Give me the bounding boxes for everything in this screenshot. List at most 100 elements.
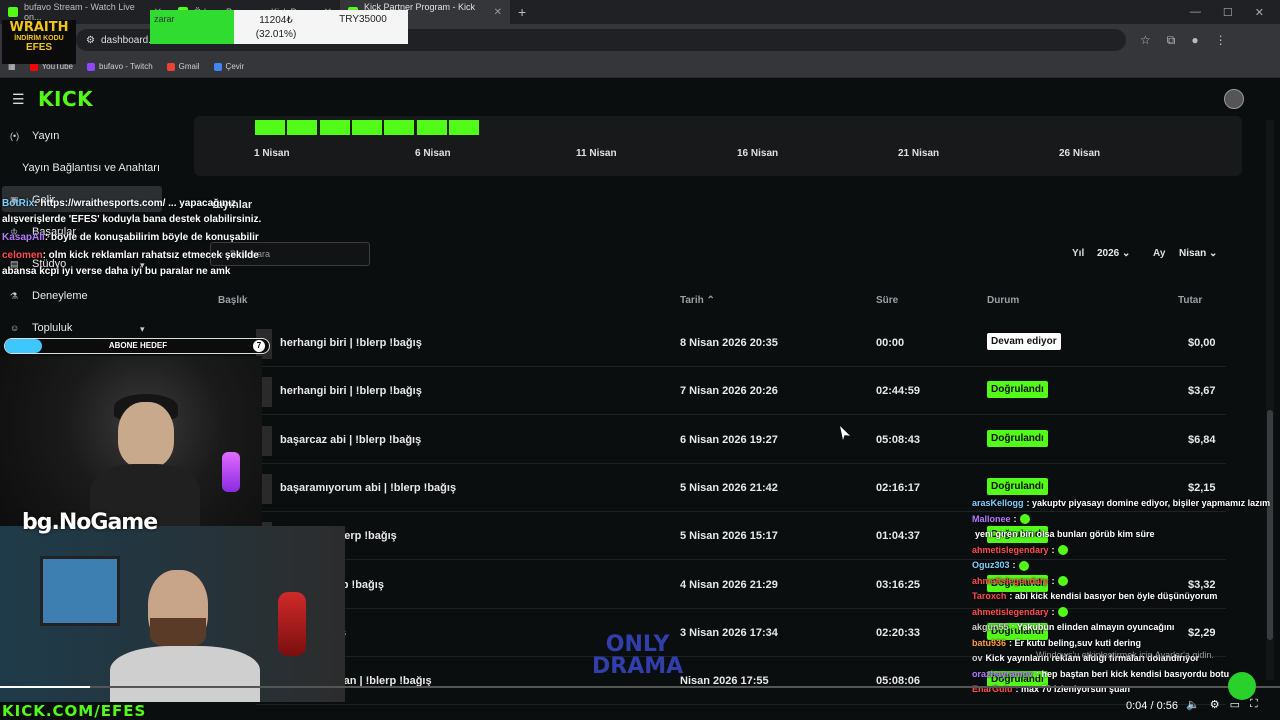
bookmark-twitch[interactable]: bufavo - Twitch (87, 62, 153, 71)
row-duration: 01:04:37 (876, 530, 921, 543)
only-drama-watermark: ONLY DRAMA (592, 634, 683, 678)
sort-asc-icon: ⌃ (706, 295, 715, 306)
row-duration: 03:16:25 (876, 578, 921, 591)
status-badge: Doğrulandı (987, 381, 1048, 399)
sidebar-item-label: Yayın (32, 130, 60, 142)
profile-icon[interactable]: ● (1191, 33, 1198, 48)
chart-x-tick: 1 Nisan (254, 148, 290, 159)
chat-username[interactable]: EnarGulu (972, 682, 1013, 698)
sidebar-item-deneyleme[interactable]: ⚗ Deneyleme (10, 290, 88, 302)
chat-username[interactable]: Mallonee (972, 512, 1011, 528)
chart-x-tick: 16 Nisan (737, 148, 779, 159)
table-row[interactable]: herhangi biri | !blerp !bağış 7 Nisan 202… (256, 367, 1226, 416)
chart-bar[interactable] (448, 120, 479, 135)
column-header-date[interactable]: Tarih ⌃ (680, 295, 715, 306)
column-header-title[interactable]: Başlık (218, 295, 247, 306)
chat-username[interactable]: Taroxch (972, 589, 1006, 605)
new-tab-icon[interactable]: + (510, 4, 534, 20)
chat-message: yeni giren biri olsa bunları görüb kim s… (972, 527, 1278, 543)
chat-username[interactable]: BotRix (2, 198, 34, 209)
community-icon: ☺ (10, 323, 20, 333)
row-title: başarcaz abi | !blerp !bağış (280, 433, 422, 446)
menu-dots-icon[interactable]: ⋮ (1215, 33, 1227, 48)
chat-text: : abi kick kendisi basıyor ben öyle düşü… (1009, 591, 1218, 601)
window-controls: — ☐ ✕ (1190, 6, 1280, 19)
chat-message: ahmetislegendary: (972, 543, 1278, 559)
chat-username[interactable]: Oguz303 (972, 558, 1010, 574)
chat-fab-button[interactable] (1228, 672, 1256, 700)
chat-text: : (1012, 560, 1016, 570)
chevron-down-icon[interactable]: ▾ (140, 324, 145, 335)
bookmark-star-icon[interactable]: ☆ (1140, 33, 1151, 48)
bookmark-translate[interactable]: Çevir (213, 62, 245, 71)
chat-message: Mallonee: (972, 512, 1278, 528)
row-date: 7 Nisan 2026 20:26 (680, 385, 778, 398)
year-select[interactable]: 2026 ⌄ (1097, 248, 1130, 259)
sub-goal-label: ABONE HEDEF (108, 341, 168, 350)
chat-username[interactable]: celomen (2, 250, 43, 261)
video-progress-track[interactable] (0, 686, 1280, 688)
month-select[interactable]: Nisan ⌄ (1179, 248, 1217, 259)
chart-bar[interactable] (351, 120, 382, 135)
chart-bar[interactable] (255, 120, 285, 135)
sidebar-item-topluluk[interactable]: ☺ Topluluk (10, 322, 72, 334)
cam-channel-label: bg.NoGame (22, 510, 158, 535)
column-header-duration[interactable]: Süre (876, 295, 898, 306)
chart-x-tick: 26 Nisan (1059, 148, 1101, 159)
maximize-icon[interactable]: ☐ (1223, 6, 1233, 19)
row-date: 3 Nisan 2026 17:34 (680, 626, 778, 639)
chart-x-tick: 11 Nisan (576, 148, 617, 159)
kick-favicon-icon (8, 7, 18, 17)
chart-bar[interactable] (416, 120, 447, 135)
column-header-status[interactable]: Durum (987, 295, 1019, 306)
sidebar-item-label: Yayın Bağlantısı ve Anahtarı (22, 162, 160, 174)
chat-username[interactable]: ahmetislegendary (972, 574, 1049, 590)
broadcast-icon: (•) (10, 131, 20, 141)
extensions-icon[interactable]: ⧉ (1167, 33, 1176, 48)
chat-username[interactable]: ahmetislegendary (972, 543, 1049, 559)
fullscreen-icon[interactable]: ⛶ (1250, 698, 1258, 711)
chart-bar[interactable] (319, 120, 350, 135)
bookmarks-bar: ▦ YouTube bufavo - Twitch Gmail Çevir (0, 56, 1280, 78)
table-row[interactable]: herhangi biri | !blerp !bağış 8 Nisan 202… (256, 319, 1226, 367)
chat-message: Taroxch: abi kick kendisi basıyor ben öy… (972, 589, 1278, 605)
chart-bar[interactable] (384, 120, 415, 135)
chart-bar[interactable] (287, 120, 318, 135)
trade-values: 11204₺ (32.01%) (234, 10, 318, 44)
chat-username[interactable]: KasapAli (2, 232, 45, 243)
settings-gear-icon[interactable]: ⚙ (1210, 698, 1220, 711)
bookmark-gmail[interactable]: Gmail (166, 62, 200, 71)
chat-username[interactable]: arasKellogg (972, 496, 1024, 512)
webcam-beard (150, 618, 206, 648)
chat-username[interactable]: akgun55 (972, 620, 1009, 636)
kick-logo[interactable]: KICK (38, 87, 93, 111)
chat-text: yeni giren biri olsa bunları görüb kim s… (975, 529, 1155, 539)
table-row[interactable]: başarcaz abi | !blerp !bağış 6 Nisan 2026… (256, 416, 1226, 464)
chat-username[interactable]: orazbayramov (972, 667, 1033, 683)
chat-text: : hep baştan beri kick kendisi basıyordu… (1036, 668, 1230, 679)
volume-icon[interactable]: 🔈 (1186, 698, 1200, 711)
row-amount: $6,84 (1188, 433, 1216, 446)
video-progress-fill[interactable] (0, 686, 90, 688)
trade-balance: TRY35000 (339, 14, 387, 25)
row-date: 5 Nisan 2026 15:17 (680, 530, 778, 543)
chat-username[interactable]: batu936 (972, 636, 1006, 652)
user-avatar[interactable] (1224, 89, 1244, 109)
pip-icon[interactable]: ▭ (1230, 698, 1240, 711)
chat-text: : yakuptv piyasayı domine ediyor, bişile… (1026, 498, 1271, 508)
row-title: başaramıyorum abi | !blerp !bağış (280, 481, 457, 494)
player-controls: 🔈 ⚙ ▭ ⛶ (1186, 698, 1258, 711)
bookmark-label: Çevir (225, 62, 245, 71)
translate-icon (213, 62, 222, 71)
column-header-amount[interactable]: Tutar (1178, 295, 1202, 306)
site-info-icon[interactable]: ⚙ (86, 35, 95, 46)
chat-username[interactable]: ahmetislegendary (972, 605, 1049, 621)
chat-username[interactable]: ov (972, 651, 983, 667)
sidebar-item-stream-key[interactable]: Yayın Bağlantısı ve Anahtarı (22, 162, 160, 174)
hamburger-menu-icon[interactable]: ☰ (12, 91, 32, 108)
close-window-icon[interactable]: ✕ (1255, 6, 1264, 19)
close-tab-icon[interactable]: ✕ (494, 7, 502, 18)
minimize-icon[interactable]: — (1190, 6, 1201, 19)
sidebar-item-yayin[interactable]: (•) Yayın (10, 130, 59, 142)
windows-activation-watermark: Windows'u etkinleştirmek için Ayarlar'a … (1036, 650, 1214, 660)
